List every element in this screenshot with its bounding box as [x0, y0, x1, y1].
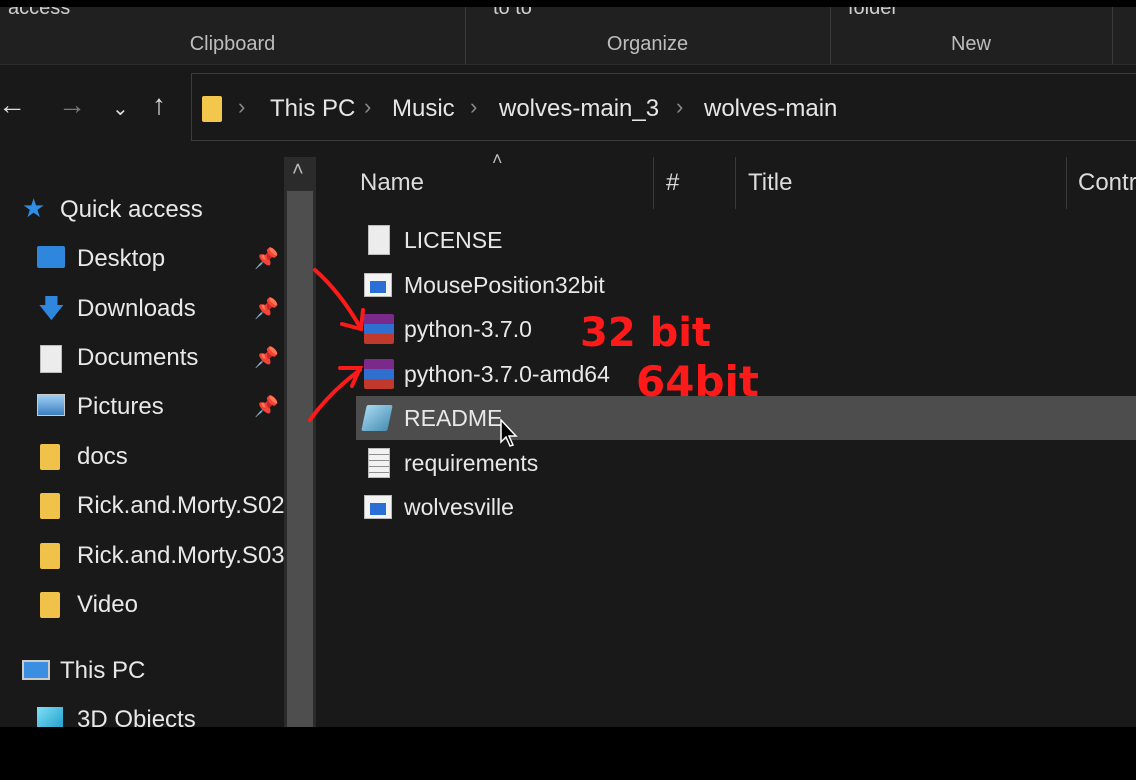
folder-icon [40, 592, 60, 618]
breadcrumb-separator-icon[interactable]: › [470, 94, 477, 120]
nav-item-desktop[interactable]: Desktop 📌 [0, 238, 284, 278]
file-list-pane: ˄ Name # Title Contr LICENSE MousePositi… [320, 149, 1136, 727]
document-icon [368, 225, 390, 255]
annotation-arrow-1 [313, 268, 362, 329]
ribbon-group-new[interactable]: folder New [830, 7, 1113, 64]
column-header-number[interactable]: # [666, 169, 679, 197]
nav-item-downloads[interactable]: 🡇 Downloads 📌 [0, 288, 284, 328]
nav-item-docs[interactable]: docs [0, 436, 284, 476]
application-icon [364, 495, 392, 519]
nav-item-label: Rick.and.Morty.S02 [77, 492, 284, 519]
ribbon-group-label: Clipboard [189, 33, 276, 55]
file-name: LICENSE [404, 227, 503, 253]
nav-item-label: This PC [60, 657, 146, 684]
column-divider[interactable] [735, 157, 736, 209]
column-header-name[interactable]: Name [360, 169, 424, 197]
file-row-python-3-7-0[interactable]: python-3.7.0 [356, 307, 1136, 351]
text-file-icon [368, 448, 390, 478]
address-bar[interactable]: › This PC › Music › wolves-main_3 › wolv… [191, 73, 1136, 141]
nav-item-quick-access[interactable]: ★ Quick access [0, 189, 284, 229]
file-row-wolvesville[interactable]: wolvesville [356, 485, 1136, 529]
breadcrumb-separator-icon[interactable]: › [364, 94, 371, 120]
ribbon-group-clipboard[interactable]: access Clipboard [0, 7, 466, 64]
sort-ascending-icon: ˄ [492, 149, 503, 169]
nav-item-rick-and-morty-s03[interactable]: Rick.and.Morty.S03 [0, 535, 284, 575]
nav-item-label: Desktop [77, 245, 166, 272]
folder-icon [202, 96, 222, 122]
pin-icon[interactable]: 📌 [254, 394, 279, 419]
breadcrumb-separator-icon[interactable]: › [238, 94, 245, 120]
ribbon-clipboard-partial-label: access [8, 7, 71, 19]
computer-icon [22, 660, 50, 680]
folder-icon [40, 493, 60, 519]
ribbon-new-partial-label: folder [848, 7, 899, 19]
file-row-mouseposition32bit[interactable]: MousePosition32bit [356, 263, 1136, 307]
file-name: python-3.7.0 [404, 316, 532, 342]
file-row-license[interactable]: LICENSE [356, 218, 1136, 262]
pictures-icon [37, 394, 65, 416]
breadcrumb-separator-icon[interactable]: › [676, 94, 683, 120]
scroll-up-chevron-icon[interactable]: ˄ [292, 159, 304, 182]
nav-item-video[interactable]: Video [0, 584, 284, 624]
nav-item-this-pc[interactable]: This PC [0, 650, 284, 690]
nav-item-label: Pictures [77, 393, 164, 420]
nav-item-rick-and-morty-s02[interactable]: Rick.and.Morty.S02 [0, 485, 284, 525]
download-arrow-icon: 🡇 [38, 293, 65, 323]
nav-item-label: 3D Objects [77, 706, 196, 727]
cube-icon [37, 707, 63, 727]
annotation-32-bit: 32 bit [580, 310, 712, 356]
file-name: wolvesville [404, 494, 514, 520]
file-name: MousePosition32bit [404, 272, 605, 298]
annotation-arrows [308, 268, 365, 422]
forward-arrow-icon[interactable]: → [58, 91, 86, 119]
ribbon-group-label: Organize [606, 33, 689, 55]
folder-icon [40, 444, 60, 470]
navigation-pane: ★ Quick access Desktop 📌 🡇 Downloads 📌 D… [0, 157, 284, 727]
pin-icon[interactable]: 📌 [254, 345, 279, 370]
column-header-contributing[interactable]: Contr [1078, 169, 1136, 197]
nav-item-pictures[interactable]: Pictures 📌 [0, 386, 284, 426]
breadcrumb-wolves-main[interactable]: wolves-main [704, 95, 837, 123]
breadcrumb-music[interactable]: Music [392, 95, 455, 123]
breadcrumb-this-pc[interactable]: This PC [270, 95, 355, 123]
mouse-cursor-icon [500, 419, 518, 447]
annotation-arrow-2 [308, 368, 362, 422]
nav-item-documents[interactable]: Documents 📌 [0, 337, 284, 377]
back-arrow-icon[interactable]: ← [0, 91, 26, 119]
nav-item-label: Video [77, 591, 138, 618]
navigation-scrollbar[interactable]: ˄ [284, 157, 316, 727]
file-explorer-window: access Clipboard to to Organize folder N… [0, 7, 1136, 727]
column-divider[interactable] [1066, 157, 1067, 209]
nav-item-label: Downloads [77, 295, 196, 322]
nav-item-label: docs [77, 443, 128, 470]
annotation-64-bit: 64bit [636, 357, 759, 406]
ribbon: access Clipboard to to Organize folder N… [0, 7, 1136, 65]
nav-item-label: Quick access [60, 196, 203, 223]
star-icon: ★ [22, 193, 46, 223]
ribbon-group-label: New [950, 33, 991, 55]
file-name: python-3.7.0-amd64 [404, 361, 610, 387]
nav-item-label: Rick.and.Morty.S03 [77, 542, 284, 569]
folder-icon [40, 543, 60, 569]
documents-icon [40, 345, 62, 373]
file-name: requirements [404, 450, 539, 476]
recent-locations-chevron-icon[interactable]: ⌄ [112, 99, 129, 119]
file-row-requirements[interactable]: requirements [356, 441, 1136, 485]
ribbon-organize-partial-label: to to [493, 7, 532, 19]
column-divider[interactable] [653, 157, 654, 209]
letterbox-bar [0, 727, 1136, 780]
breadcrumb-wolves-main-3[interactable]: wolves-main_3 [499, 95, 659, 123]
nav-item-label: Documents [77, 344, 199, 371]
column-header-title[interactable]: Title [748, 169, 792, 197]
desktop-icon [37, 246, 65, 268]
pin-icon[interactable]: 📌 [254, 296, 279, 321]
nav-item-3d-objects[interactable]: 3D Objects [0, 699, 284, 727]
ribbon-group-organize[interactable]: to to Organize [465, 7, 831, 64]
pin-icon[interactable]: 📌 [254, 246, 279, 271]
file-name: README [404, 405, 503, 431]
up-arrow-icon[interactable]: ↑ [152, 91, 166, 119]
